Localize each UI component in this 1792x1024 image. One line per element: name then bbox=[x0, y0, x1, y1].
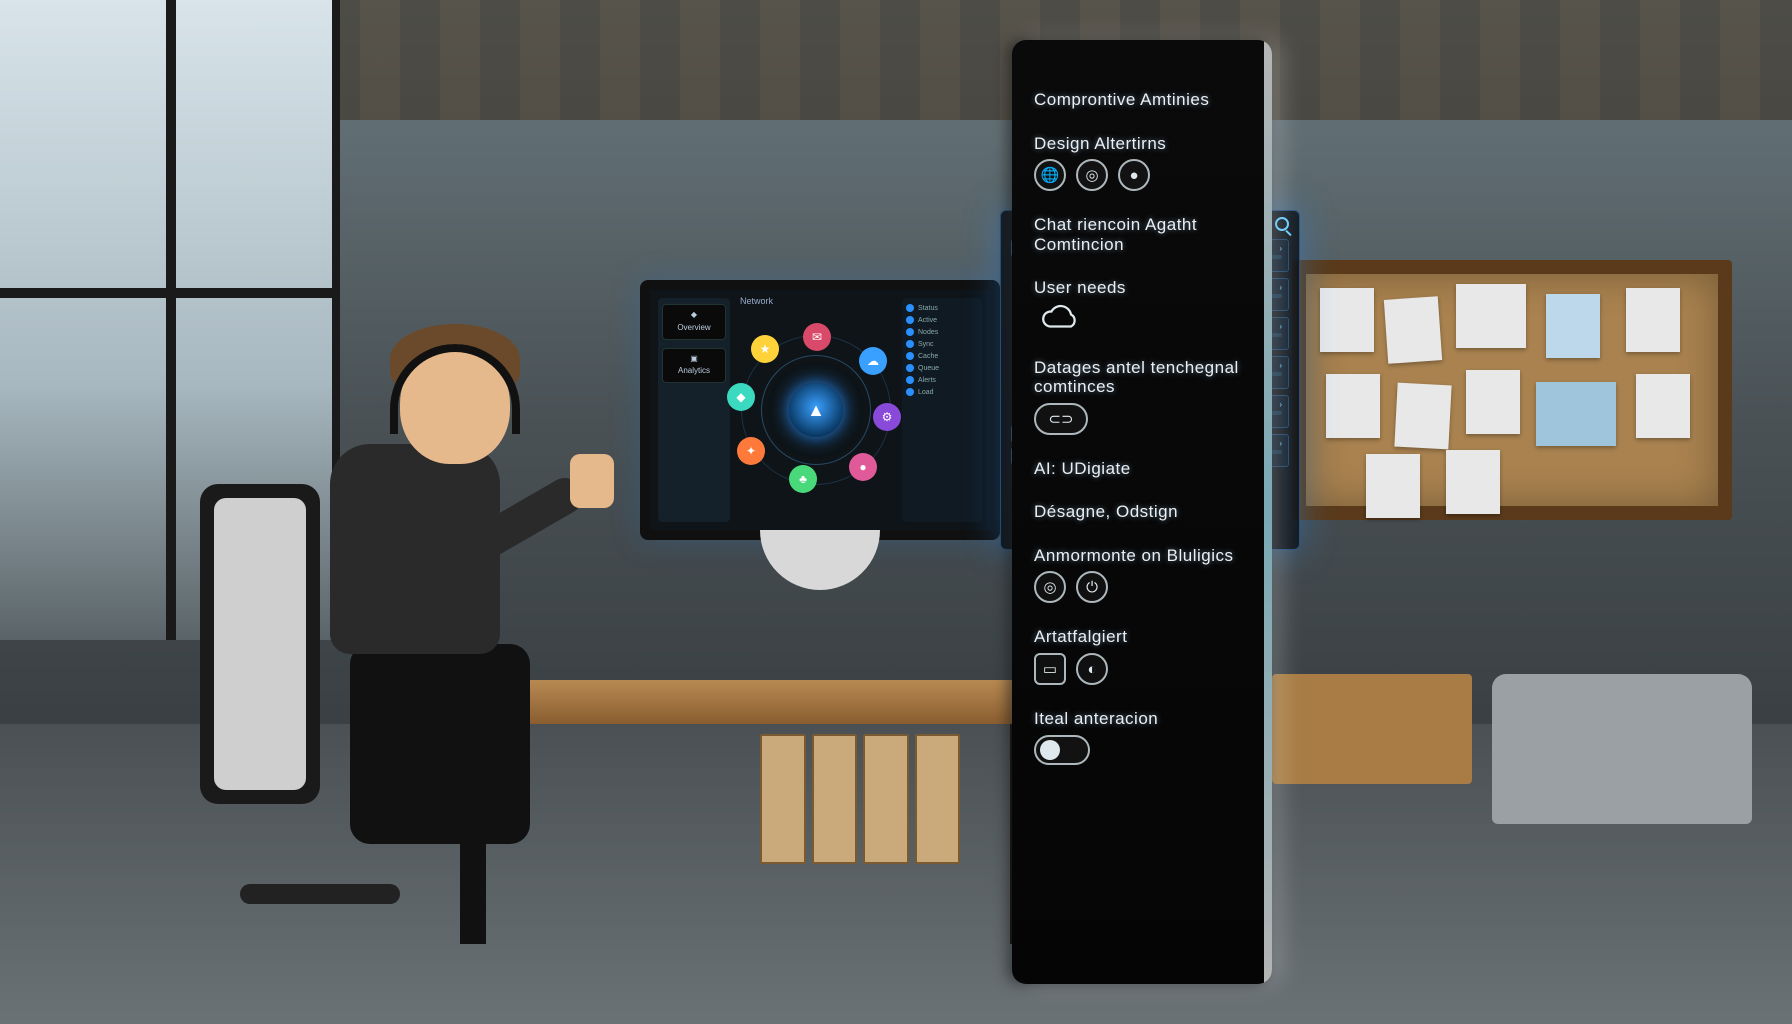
kiosk-item[interactable]: AI: UDigiate bbox=[1034, 459, 1250, 479]
kiosk-item-title: Datages antel tenchegnal comtinces bbox=[1034, 358, 1250, 397]
panel-row[interactable]: Active bbox=[906, 316, 978, 324]
orbit-node[interactable]: ✉ bbox=[803, 323, 831, 351]
grid-icon: ▣ bbox=[690, 355, 698, 364]
globe-icon[interactable]: 🌐 bbox=[1034, 159, 1066, 191]
panel-row[interactable]: Nodes bbox=[906, 328, 978, 336]
panel-row[interactable]: Sync bbox=[906, 340, 978, 348]
panel-row[interactable]: Status bbox=[906, 304, 978, 312]
chevron-right-icon: › bbox=[1279, 361, 1282, 370]
side-table bbox=[1272, 674, 1472, 784]
kiosk-item-title: Iteal anteracion bbox=[1034, 709, 1250, 729]
kiosk-item-title: AI: UDigiate bbox=[1034, 459, 1250, 479]
toggle-icon[interactable] bbox=[1034, 735, 1090, 765]
view-icon[interactable]: ◐ bbox=[1076, 653, 1108, 685]
kiosk-item[interactable]: Iteal anteracion bbox=[1034, 709, 1250, 765]
panel-block-label: Overview bbox=[677, 324, 710, 333]
kiosk-item-title: Design Altertirns bbox=[1034, 134, 1250, 154]
power-icon[interactable]: ⏻ bbox=[1076, 571, 1108, 603]
chevron-right-icon: › bbox=[1279, 244, 1282, 253]
diamond-icon: ◆ bbox=[691, 311, 697, 320]
file-binders bbox=[760, 734, 960, 864]
panel-row[interactable]: Queue bbox=[906, 364, 978, 372]
orbit-node[interactable]: ◆ bbox=[727, 383, 755, 411]
kiosk-item[interactable]: Anmormonte on Bluligics ◎ ⏻ bbox=[1034, 546, 1250, 604]
vertical-signage: Comprontive Amtinies Design Altertirns 🌐… bbox=[1012, 40, 1272, 984]
kiosk-item[interactable]: Datages antel tenchegnal comtinces ⊂⊃ bbox=[1034, 358, 1250, 435]
monitor1-left-panel: ◆ Overview ▣ Analytics bbox=[658, 298, 730, 522]
corkboard bbox=[1292, 260, 1732, 520]
panel-row[interactable]: Alerts bbox=[906, 376, 978, 384]
kiosk-item-title: Anmormonte on Bluligics bbox=[1034, 546, 1250, 566]
kiosk-item-title: Artatfalgiert bbox=[1034, 627, 1250, 647]
orbit-node[interactable]: ● bbox=[849, 453, 877, 481]
orbit-node[interactable]: ✦ bbox=[737, 437, 765, 465]
monitor1-right-panel: Status Active Nodes Sync Cache Queue Ale… bbox=[902, 298, 982, 522]
chevron-right-icon: › bbox=[1279, 400, 1282, 409]
chevron-right-icon: › bbox=[1279, 439, 1282, 448]
kiosk-item[interactable]: Chat riencoin Agatht Comtincion bbox=[1034, 215, 1250, 254]
pill-icon[interactable]: ⊂⊃ bbox=[1034, 403, 1088, 435]
kiosk-item-title: Chat riencoin Agatht Comtincion bbox=[1034, 215, 1250, 254]
panel-block-label: Analytics bbox=[678, 367, 710, 376]
kiosk-item[interactable]: Désagne, Odstign bbox=[1034, 502, 1250, 522]
orbit-core-icon[interactable]: ▲ bbox=[789, 383, 843, 437]
person bbox=[250, 304, 550, 804]
chat-icon[interactable]: ▭ bbox=[1034, 653, 1066, 685]
kiosk-item[interactable]: Artatfalgiert ▭ ◐ bbox=[1034, 627, 1250, 685]
orbit-node[interactable]: ☁ bbox=[859, 347, 887, 375]
primary-monitor: Network ◆ Overview ▣ Analytics ▲ ✉ ☁ ⚙ ●… bbox=[640, 280, 1000, 540]
ring-icon[interactable]: ◎ bbox=[1076, 159, 1108, 191]
panel-block-analytics[interactable]: ▣ Analytics bbox=[662, 348, 726, 384]
orbit-node[interactable]: ★ bbox=[751, 335, 779, 363]
panel-block-overview[interactable]: ◆ Overview bbox=[662, 304, 726, 340]
kiosk-item-title: User needs bbox=[1034, 278, 1250, 298]
monitor1-orbit-view: ▲ ✉ ☁ ⚙ ● ♣ ✦ ◆ ★ bbox=[730, 298, 902, 522]
panel-row[interactable]: Load bbox=[906, 388, 978, 396]
kiosk-item[interactable]: Design Altertirns 🌐 ◎ ● bbox=[1034, 134, 1250, 192]
search-icon[interactable] bbox=[1275, 217, 1289, 231]
target-icon[interactable]: ◎ bbox=[1034, 571, 1066, 603]
kiosk-item[interactable]: User needs bbox=[1034, 278, 1250, 334]
cloud-icon[interactable] bbox=[1034, 304, 1084, 334]
chevron-right-icon: › bbox=[1279, 322, 1282, 331]
kiosk-item-title: Désagne, Odstign bbox=[1034, 502, 1250, 522]
kiosk-item-title: Comprontive Amtinies bbox=[1034, 90, 1250, 110]
kiosk-item[interactable]: Comprontive Amtinies bbox=[1034, 90, 1250, 110]
orbit-node[interactable]: ⚙ bbox=[873, 403, 901, 431]
chevron-right-icon: › bbox=[1279, 283, 1282, 292]
orbit-node[interactable]: ♣ bbox=[789, 465, 817, 493]
dot-icon[interactable]: ● bbox=[1118, 159, 1150, 191]
sofa bbox=[1492, 674, 1752, 824]
panel-row[interactable]: Cache bbox=[906, 352, 978, 360]
